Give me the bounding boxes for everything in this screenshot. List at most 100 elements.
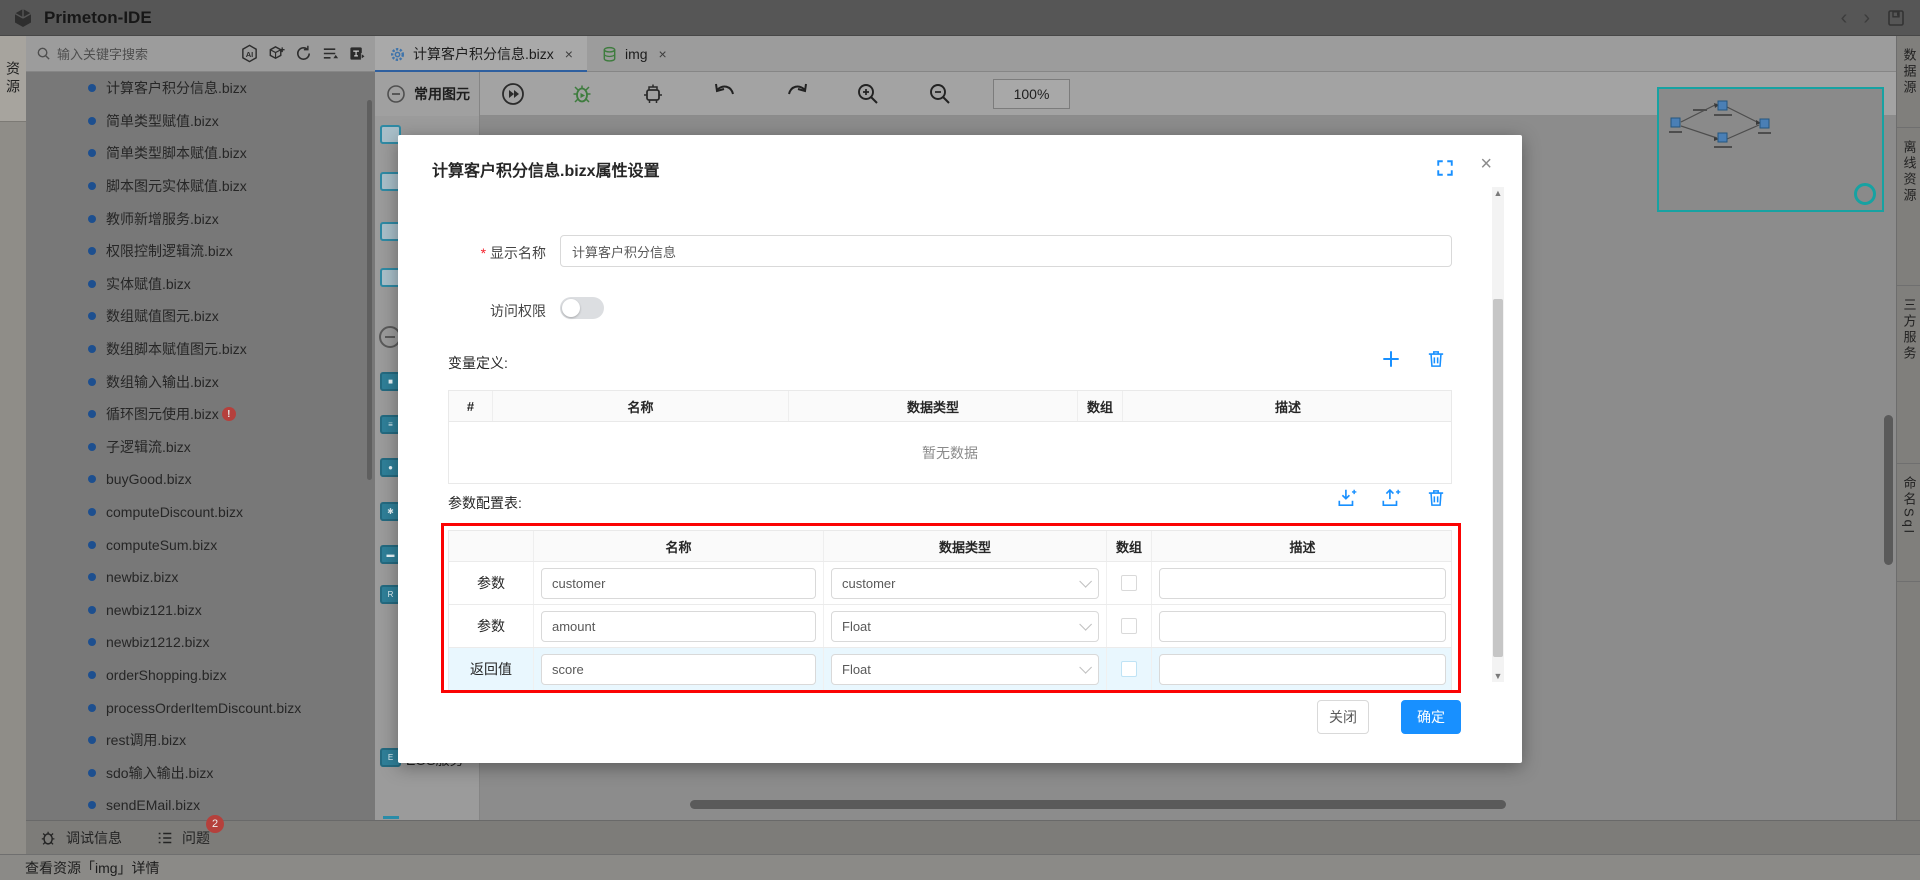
- close-button[interactable]: 关闭: [1317, 700, 1369, 734]
- file-item[interactable]: computeDiscount.bizx: [26, 496, 375, 529]
- canvas-vertical-scrollbar[interactable]: [1884, 415, 1893, 565]
- param-name-input[interactable]: [541, 654, 816, 685]
- file-item[interactable]: buyGood.bizx: [26, 463, 375, 496]
- param-desc-input[interactable]: [1159, 568, 1446, 599]
- redo-icon[interactable]: [781, 78, 813, 110]
- rail-tab-resources[interactable]: 资源: [0, 36, 26, 122]
- param-name-input[interactable]: [541, 611, 816, 642]
- right-rail: 数据源 离线资源 三方服务 命名Sql: [1896, 36, 1920, 854]
- add-variable-icon[interactable]: [1380, 348, 1402, 370]
- param-desc-input[interactable]: [1159, 654, 1446, 685]
- minimap[interactable]: [1657, 87, 1884, 212]
- rail-tab-datasource[interactable]: 数据源: [1897, 36, 1920, 128]
- canvas-horizontal-scrollbar[interactable]: [690, 800, 1506, 809]
- nav-back-icon[interactable]: ‹: [1841, 8, 1848, 28]
- delete-variable-icon[interactable]: [1425, 348, 1447, 370]
- array-checkbox[interactable]: [1121, 575, 1137, 591]
- test-icon[interactable]: [637, 78, 669, 110]
- confirm-button[interactable]: 确定: [1401, 700, 1461, 734]
- collapse-list-icon[interactable]: [320, 44, 340, 64]
- parameter-row: 参数 customer: [449, 561, 1451, 604]
- param-name-input[interactable]: [541, 568, 816, 599]
- file-item[interactable]: 数组赋值图元.bizx: [26, 300, 375, 333]
- fullscreen-icon[interactable]: [1436, 159, 1454, 177]
- refresh-icon[interactable]: [293, 44, 313, 64]
- tab-img[interactable]: img ×: [587, 36, 681, 72]
- rail-tab-thirdparty-services[interactable]: 三方服务: [1897, 286, 1920, 464]
- run-icon[interactable]: [497, 78, 529, 110]
- import-parameters-icon[interactable]: [1336, 487, 1358, 509]
- tab-close-icon[interactable]: ×: [565, 46, 573, 62]
- display-name-input[interactable]: [560, 235, 1452, 267]
- save-icon[interactable]: [1886, 8, 1906, 28]
- palette-header[interactable]: 常用图元: [375, 72, 480, 116]
- explorer-scrollbar[interactable]: [367, 100, 372, 480]
- zoom-out-icon[interactable]: [924, 78, 956, 110]
- file-item[interactable]: orderShopping.bizx: [26, 659, 375, 692]
- file-item[interactable]: processOrderItemDiscount.bizx: [26, 691, 375, 724]
- param-type-select[interactable]: Float: [831, 654, 1099, 685]
- file-item[interactable]: newbiz121.bizx: [26, 594, 375, 627]
- zoom-in-icon[interactable]: [852, 78, 884, 110]
- bullet-icon: [88, 182, 96, 190]
- file-item[interactable]: 子逻辑流.bizx: [26, 431, 375, 464]
- close-icon[interactable]: ×: [1480, 153, 1492, 176]
- palette-item-icon[interactable]: [383, 816, 399, 819]
- file-item[interactable]: sendEMail.bizx: [26, 789, 375, 820]
- file-item[interactable]: 循环图元使用.bizx!: [26, 398, 375, 431]
- parameters-table: 名称 数据类型 数组 描述 参数 customer 参数 Float 返回值 F…: [448, 530, 1452, 691]
- bullet-icon: [88, 736, 96, 744]
- debug-run-icon[interactable]: [567, 78, 599, 110]
- new-resource-icon[interactable]: [266, 44, 286, 64]
- file-item[interactable]: 权限控制逻辑流.bizx: [26, 235, 375, 268]
- rail-tab-named-sql[interactable]: 命名Sql: [1897, 464, 1920, 582]
- file-item[interactable]: 简单类型赋值.bizx: [26, 105, 375, 138]
- dialog-scrollbar[interactable]: ▲ ▼: [1492, 187, 1504, 682]
- file-item[interactable]: 数组输入输出.bizx: [26, 365, 375, 398]
- delete-parameter-icon[interactable]: [1425, 487, 1447, 509]
- export-parameters-icon[interactable]: [1380, 487, 1402, 509]
- rail-tab-offline-resources[interactable]: 离线资源: [1897, 128, 1920, 286]
- file-item[interactable]: 脚本图元实体赋值.bizx: [26, 170, 375, 203]
- file-item[interactable]: sdo输入输出.bizx: [26, 756, 375, 789]
- file-item[interactable]: 计算客户积分信息.bizx: [26, 72, 375, 105]
- scroll-down-icon[interactable]: ▼: [1492, 670, 1504, 682]
- tab-close-icon[interactable]: ×: [659, 46, 667, 62]
- scrollbar-thumb[interactable]: [1493, 299, 1503, 657]
- param-type-select[interactable]: Float: [831, 611, 1099, 642]
- bullet-icon: [88, 801, 96, 809]
- file-item[interactable]: 教师新增服务.bizx: [26, 202, 375, 235]
- param-type-select[interactable]: customer: [831, 568, 1099, 599]
- problems-tab[interactable]: 问题 2: [156, 828, 210, 848]
- file-item[interactable]: rest调用.bizx: [26, 724, 375, 757]
- file-item[interactable]: 简单类型脚本赋值.bizx: [26, 137, 375, 170]
- debug-info-tab[interactable]: 调试信息: [40, 828, 122, 848]
- file-item[interactable]: newbiz.bizx: [26, 561, 375, 594]
- minimap-diagram: [1659, 89, 1882, 210]
- tab-label: img: [625, 46, 648, 62]
- minimap-zoom-handle[interactable]: [1854, 183, 1876, 205]
- bullet-icon: [88, 704, 96, 712]
- locate-resource-icon[interactable]: [347, 44, 367, 64]
- collapse-minus-icon: [386, 84, 406, 104]
- variables-table: # 名称 数据类型 数组 描述 暂无数据: [448, 390, 1452, 484]
- file-item[interactable]: 实体赋值.bizx: [26, 268, 375, 301]
- empty-placeholder: 暂无数据: [449, 421, 1451, 483]
- access-toggle[interactable]: [560, 297, 604, 319]
- bullet-icon: [88, 573, 96, 581]
- search-input[interactable]: 输入关键字搜索: [26, 44, 239, 63]
- properties-dialog: 计算客户积分信息.bizx属性设置 × 显示名称 访问权限 变量定义: # 名称…: [398, 135, 1522, 763]
- file-item[interactable]: 数组脚本赋值图元.bizx: [26, 333, 375, 366]
- nav-forward-icon[interactable]: ›: [1863, 8, 1870, 28]
- ai-icon[interactable]: AI: [239, 44, 259, 64]
- undo-icon[interactable]: [709, 78, 741, 110]
- chevron-down-icon: [1079, 575, 1092, 588]
- scroll-up-icon[interactable]: ▲: [1492, 187, 1504, 199]
- tab-bizx-editor[interactable]: 计算客户积分信息.bizx ×: [375, 36, 587, 72]
- file-item[interactable]: newbiz1212.bizx: [26, 626, 375, 659]
- zoom-level[interactable]: 100%: [993, 79, 1070, 109]
- array-checkbox[interactable]: [1121, 661, 1137, 677]
- param-desc-input[interactable]: [1159, 611, 1446, 642]
- array-checkbox[interactable]: [1121, 618, 1137, 634]
- file-item[interactable]: computeSum.bizx: [26, 528, 375, 561]
